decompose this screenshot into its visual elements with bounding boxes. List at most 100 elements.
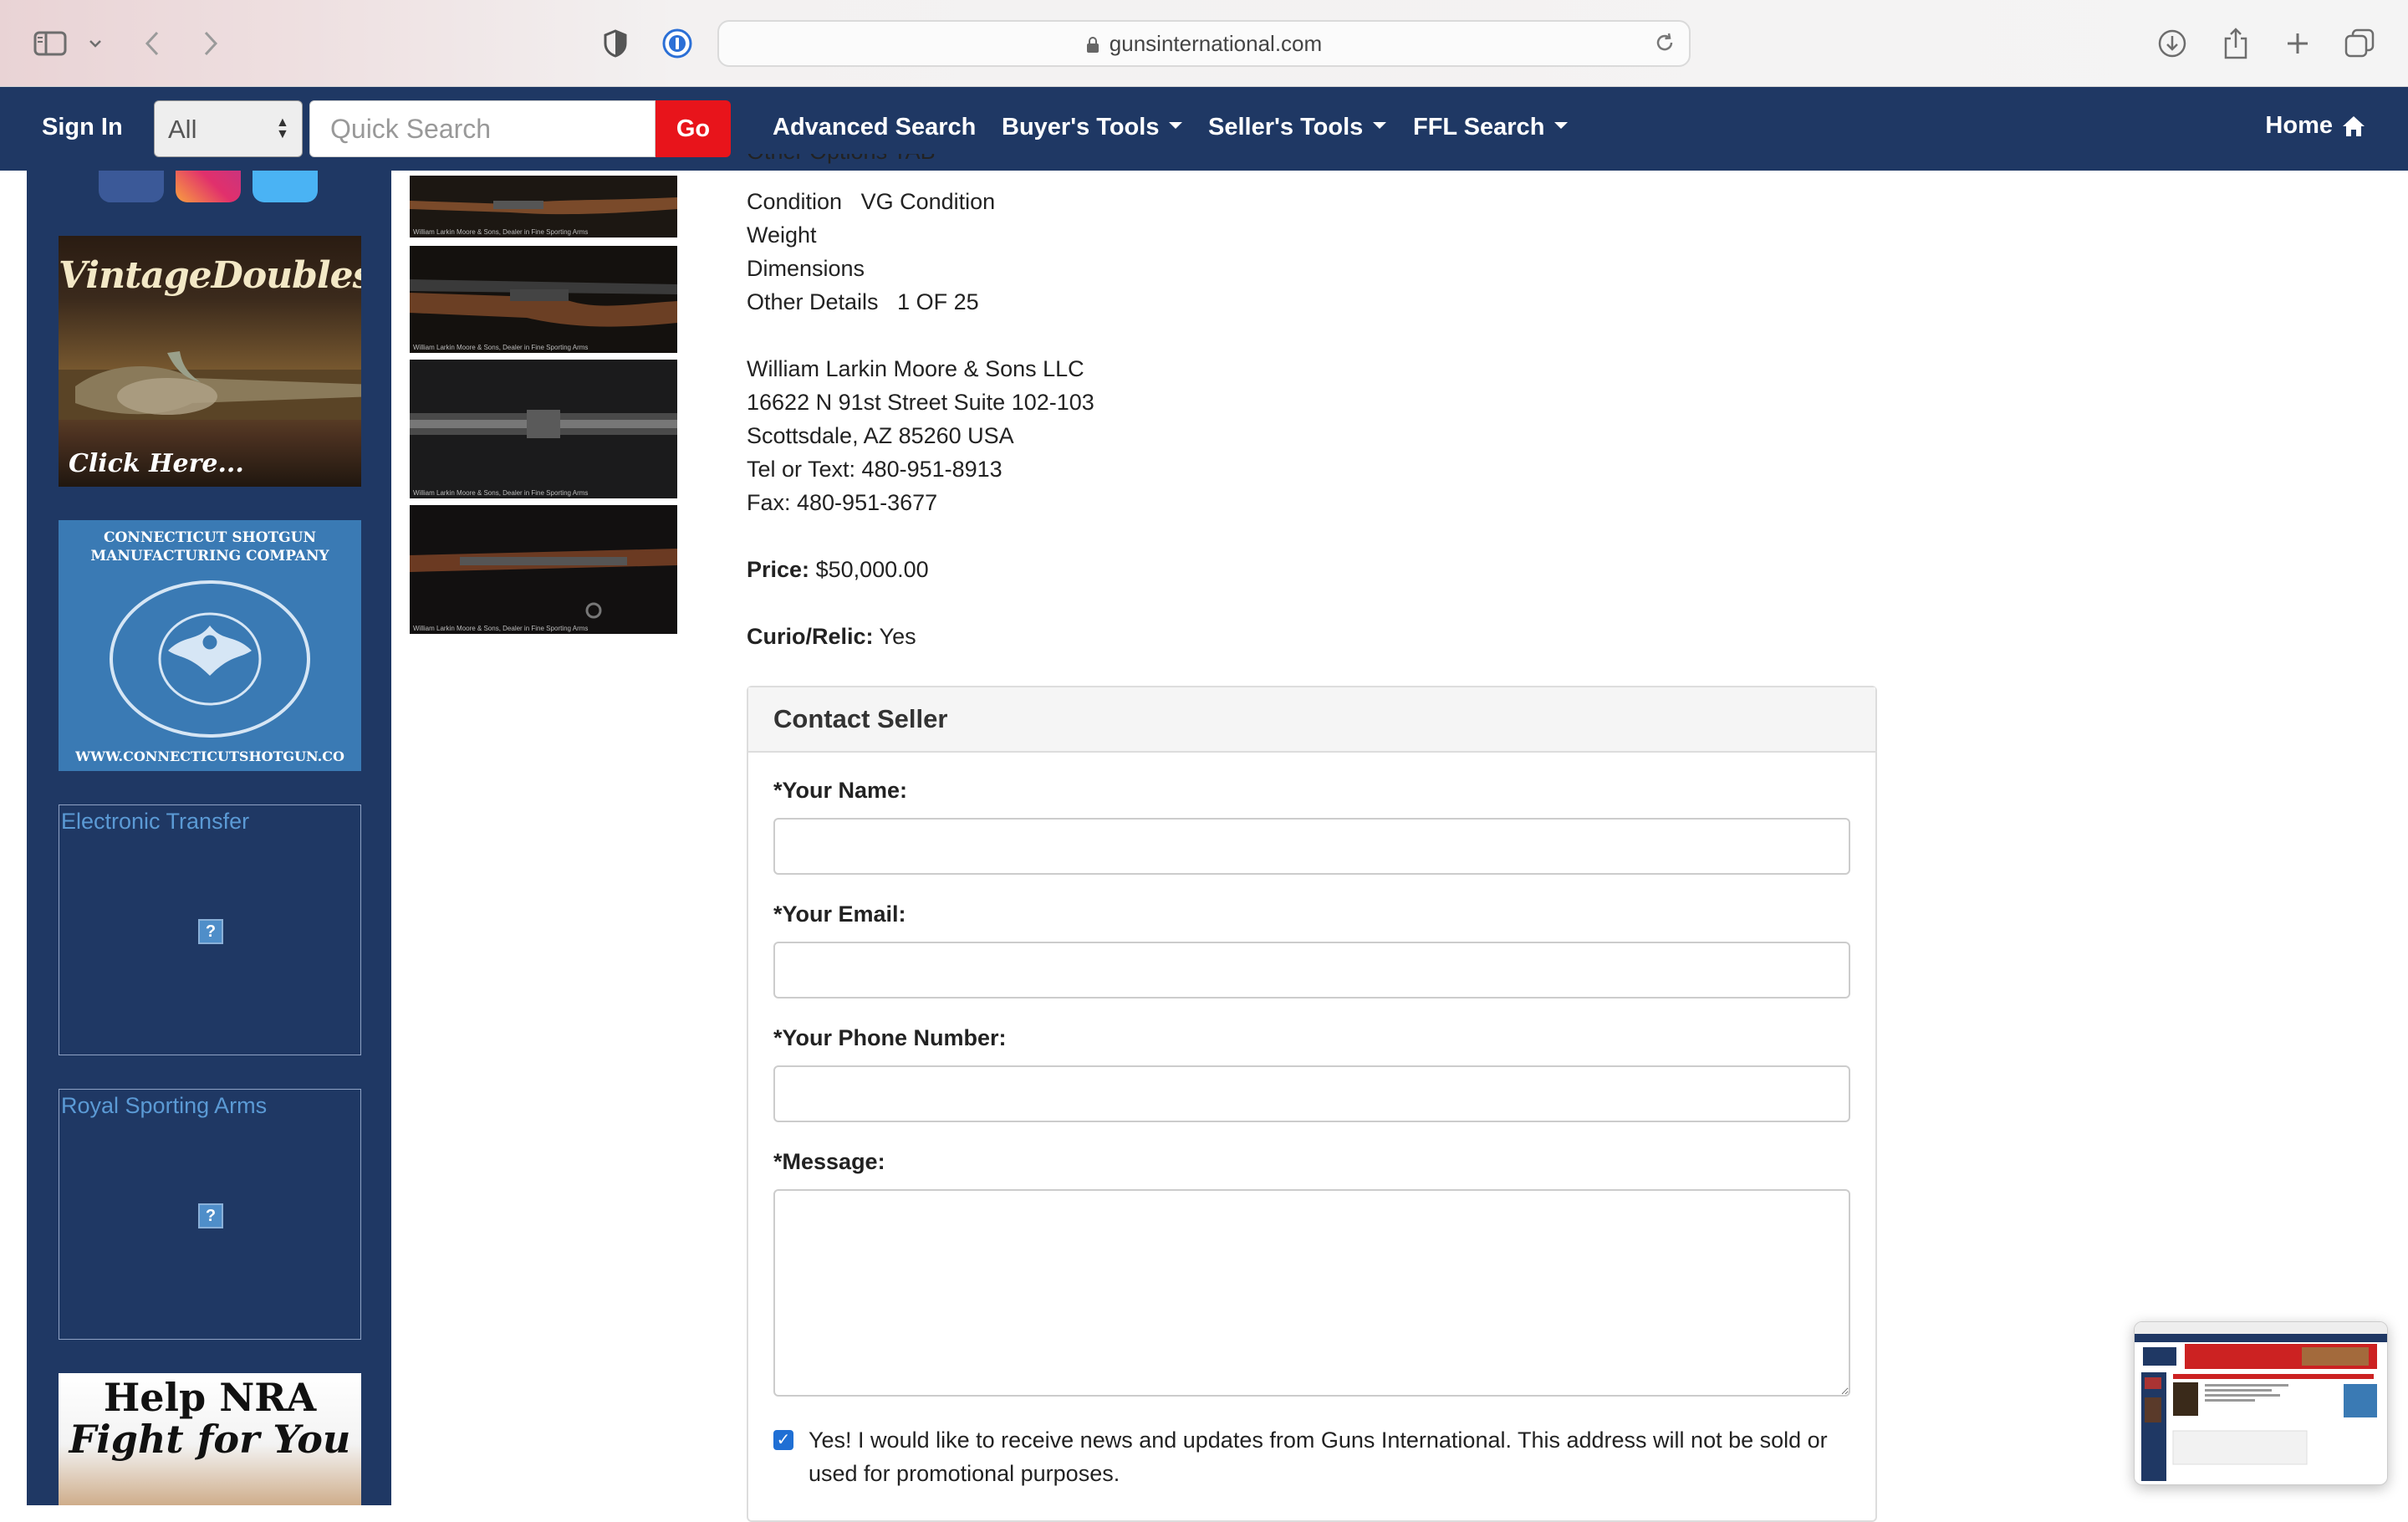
instagram-icon[interactable] [176,171,241,202]
curio-relic-label: Curio/Relic: [747,624,874,649]
broken-image-icon: ? [198,919,223,944]
caret-down-icon [1373,122,1387,130]
rifle-image [410,360,677,498]
plus-icon[interactable] [2276,22,2319,65]
thumbnail-caption: William Larkin Moore & Sons, Dealer in F… [413,344,589,351]
lock-icon [1086,37,1099,53]
dealer-address-1: 16622 N 91st Street Suite 102-103 [747,390,1094,415]
thumbnail-1[interactable]: William Larkin Moore & Sons, Dealer in F… [410,176,677,237]
galazan-footer: WWW.CONNECTICUTSHOTGUN.CO [75,748,344,764]
shield-icon[interactable] [594,22,637,65]
phone-field[interactable] [773,1065,1850,1122]
thumbnail-3[interactable]: William Larkin Moore & Sons, Dealer in F… [410,360,677,498]
broken-image-icon: ? [198,1203,223,1228]
email-label: *Your Email: [773,901,906,927]
address-bar[interactable]: gunsinternational.com [717,20,1691,67]
reload-icon[interactable] [1654,32,1676,54]
home-icon [2343,115,2365,136]
galazan-heading-line1: CONNECTICUT SHOTGUN [103,529,317,546]
contact-seller-title: Contact Seller [748,687,1875,753]
dealer-tel: Tel or Text: 480-951-8913 [747,457,1002,482]
galazan-seal-icon [110,580,310,738]
buyers-tools-menu[interactable]: Buyer's Tools [1002,114,1183,141]
rifle-image [410,505,677,634]
dealer-fax: Fax: 480-951-3677 [747,490,938,515]
message-field[interactable] [773,1189,1850,1397]
share-icon[interactable] [2214,22,2258,65]
rifle-image [410,246,677,353]
category-select[interactable]: All [154,100,303,157]
other-details-row: Other Details 1 OF 25 [747,289,979,315]
back-icon[interactable] [130,22,174,65]
price-row: Price: $50,000.00 [747,557,929,583]
caret-down-icon [1554,122,1569,130]
nra-ad-line2: Fight for You [69,1417,351,1462]
royal-sporting-arms-label: Royal Sporting Arms [61,1093,268,1118]
sellers-tools-menu[interactable]: Seller's Tools [1208,114,1387,141]
name-label: *Your Name: [773,778,908,803]
phone-label: *Your Phone Number: [773,1025,1007,1050]
message-label: *Message: [773,1149,885,1174]
other-options-text: Other Options TAB [747,154,936,164]
price-value: $50,000.00 [815,557,929,582]
go-button[interactable]: Go [656,100,731,157]
condition-value: VG Condition [860,189,996,214]
ffl-search-label: FFL Search [1413,114,1545,140]
thumbnail-4[interactable]: William Larkin Moore & Sons, Dealer in F… [410,505,677,634]
price-label: Price: [747,557,810,582]
vintage-doubles-ad[interactable]: VintageDoubles.com Click Here... [59,236,361,487]
nra-ad-line1: Help NRA [103,1375,317,1420]
download-icon[interactable] [2150,22,2194,65]
thumbnail-2[interactable]: William Larkin Moore & Sons, Dealer in F… [410,246,677,353]
forward-icon[interactable] [189,22,232,65]
advanced-search-link[interactable]: Advanced Search [773,114,976,141]
site-navbar: Sign In All ▲▼ Go Advanced Search Buyer'… [0,87,2408,171]
home-label: Home [2265,112,2333,139]
dealer-address-2: Scottsdale, AZ 85260 USA [747,423,1014,448]
nra-ad[interactable]: Help NRA Fight for You [59,1373,361,1505]
tabs-icon[interactable] [2338,22,2381,65]
vintage-doubles-title: VintageDoubles.com [59,254,361,297]
password-icon[interactable] [656,22,699,65]
condition-label: Condition [747,189,843,214]
curio-relic-row: Curio/Relic: Yes [747,624,916,650]
contact-seller-panel: Contact Seller *Your Name: *Your Email: … [747,686,1877,1522]
galazan-heading-line2: MANUFACTURING COMPANY [90,548,329,564]
shotgun-image [59,351,361,420]
page-preview-thumbnail[interactable] [2134,1321,2388,1485]
other-details-label: Other Details [747,289,879,314]
left-sidebar: VintageDoubles.com Click Here... CONNECT… [27,171,391,1505]
sidebar-icon[interactable] [28,22,72,65]
twitter-icon[interactable] [253,171,318,202]
name-field[interactable] [773,818,1850,875]
vintage-doubles-cta: Click Here... [69,449,244,478]
sign-in-link[interactable]: Sign In [42,114,123,141]
dealer-name: William Larkin Moore & Sons LLC [747,356,1084,381]
other-details-value: 1 OF 25 [897,289,979,314]
condition-row: Condition VG Condition [747,189,995,215]
curio-relic-value: Yes [879,624,916,649]
connecticut-shotgun-ad[interactable]: CONNECTICUT SHOTGUN MANUFACTURING COMPANY… [59,520,361,771]
galazan-heading: CONNECTICUT SHOTGUN MANUFACTURING COMPANY [59,529,361,565]
browser-toolbar: gunsinternational.com [0,0,2408,87]
royal-sporting-arms-ad[interactable]: Royal Sporting Arms ? [59,1089,361,1340]
chevron-down-icon[interactable] [74,22,117,65]
page-preview-image [2135,1322,2387,1481]
sellers-tools-label: Seller's Tools [1208,114,1364,140]
buyers-tools-label: Buyer's Tools [1002,114,1160,140]
newsletter-checkbox[interactable]: ✓ [773,1430,793,1450]
facebook-icon[interactable] [99,171,164,202]
url-text: gunsinternational.com [1109,30,1323,56]
electronic-transfer-label: Electronic Transfer [61,809,250,834]
email-field[interactable] [773,942,1850,998]
ffl-search-menu[interactable]: FFL Search [1413,114,1569,141]
quick-search-input[interactable] [309,100,656,157]
nra-ad-text: Help NRA Fight for You [59,1376,361,1460]
home-link[interactable]: Home [2265,112,2366,140]
thumbnail-caption: William Larkin Moore & Sons, Dealer in F… [413,489,589,497]
electronic-transfer-ad[interactable]: Electronic Transfer ? [59,804,361,1055]
other-options-row: Other Options TAB [747,154,936,171]
newsletter-text: Yes! I would like to receive news and up… [809,1428,1828,1486]
dimensions-label: Dimensions [747,256,865,281]
thumbnail-caption: William Larkin Moore & Sons, Dealer in F… [413,228,589,236]
